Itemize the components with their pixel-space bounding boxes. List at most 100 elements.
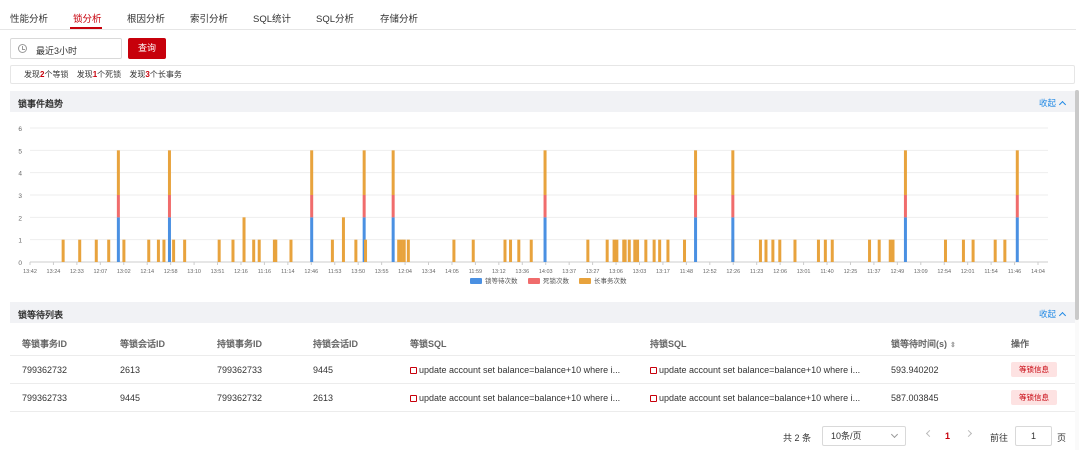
bar-segment [586,239,590,262]
cell-wait-sql[interactable]: update account set balance=balance+10 wh… [410,393,635,403]
collapse-toggle[interactable]: 收起 [1039,308,1067,320]
x-tick-label: 11:16 [258,269,271,275]
chevron-down-icon [890,430,899,439]
page-suffix: 页 [1057,433,1067,443]
bar-segment [391,150,395,195]
tab-index-analysis[interactable]: 索引分析 [190,11,228,25]
lock-info-button[interactable]: 等锁信息 [1011,362,1057,377]
page-size-select[interactable]: 10条/页 [822,426,906,446]
hold-sql-text: update account set balance=balance+10 wh… [659,365,861,375]
time-range-value: 最近3小时 [36,46,78,56]
legend-label: 死锁次数 [543,276,570,285]
x-tick-label: 11:37 [867,269,880,275]
tab-lock-analysis[interactable]: 锁分析 [73,11,102,25]
sql-icon [410,367,417,374]
x-tick-label: 13:55 [375,269,389,275]
goto-page-input[interactable]: 1 [1015,426,1052,446]
cell-wait-session: 9445 [120,393,141,403]
cell-hold-sql[interactable]: update account set balance=balance+10 wh… [650,393,875,403]
bar-segment [993,239,997,262]
bar-segment [107,239,111,262]
bar-segment [94,239,98,262]
bar-segment [406,239,410,262]
cell-hold-sql[interactable]: update account set balance=balance+10 wh… [650,365,875,375]
time-range-picker[interactable]: 最近3小时 [10,38,122,59]
x-tick-label: 13:51 [211,269,225,275]
bar-segment [341,217,345,262]
sql-icon [650,367,657,374]
x-tick-label: 11:54 [984,269,997,275]
bar-segment [116,195,120,218]
bar-segment [903,217,907,262]
bar-segment [961,239,965,262]
cell-hold-trx: 799362732 [217,393,263,403]
bar-segment [823,239,827,262]
tab-sql-analysis[interactable]: SQL分析 [316,11,354,25]
x-tick-label: 12:06 [773,269,787,275]
x-tick-label: 11:48 [680,269,693,275]
x-tick-label: 12:49 [890,269,904,275]
tab-performance[interactable]: 性能分析 [10,11,48,25]
summary-long-transaction: 发现3个长事务 [129,70,181,79]
collapse-label: 收起 [1038,98,1056,108]
bar-segment [903,150,907,195]
x-tick-label: 13:24 [47,269,61,275]
x-tick-label: 12:01 [961,269,975,275]
summary-prefix: 发现 [24,70,40,79]
x-tick-label: 13:01 [797,269,811,275]
summary-prefix: 发现 [129,70,146,79]
col-hold-session: 持锁会话ID [313,339,359,349]
bar-segment [471,239,475,262]
col-wait-time[interactable]: 锁等待时间(s) ⇕ [891,337,956,350]
next-page-icon[interactable] [964,429,973,438]
legend-label: 锁等待次数 [485,276,518,285]
x-tick-label: 13:50 [351,269,365,275]
bar-segment [310,217,314,262]
query-button[interactable]: 查询 [128,38,166,59]
summary-suffix: 个长事务 [149,70,182,79]
cell-wait-sql[interactable]: update account set balance=balance+10 wh… [410,365,635,375]
active-tab-indicator [70,27,102,29]
page-size-value: 10条/页 [831,431,862,441]
legend-swatch [470,278,482,284]
collapse-toggle[interactable]: 收起 [1038,97,1067,109]
bar-segment [793,239,797,262]
scrollbar-thumb[interactable] [1075,90,1079,320]
bar-segment [543,195,547,218]
bar-segment [517,239,521,262]
x-tick-label: 12:58 [164,269,178,275]
x-tick-label: 14:04 [1031,269,1045,275]
current-page[interactable]: 1 [945,431,950,441]
legend-swatch [579,278,591,284]
section-title: 锁事件趋势 [18,99,64,109]
bar-segment [652,239,656,262]
tab-bar: 性能分析 锁分析 根因分析 索引分析 SQL统计 SQL分析 存储分析 [0,0,1076,30]
x-tick-label: 12:16 [234,269,248,275]
x-tick-label: 12:33 [70,269,84,275]
cell-hold-session: 9445 [313,365,334,375]
prev-page-icon[interactable] [925,429,934,438]
bar-segment [167,217,171,262]
bar-segment [397,239,401,262]
sort-icon[interactable]: ⇕ [950,341,956,349]
bar-segment [156,239,160,262]
bar-segment [116,217,120,262]
bar-segment [503,239,507,262]
x-tick-label: 13:42 [23,269,37,275]
tab-root-cause[interactable]: 根因分析 [127,11,165,25]
hold-sql-text: update account set balance=balance+10 wh… [659,393,861,403]
bar-segment [943,239,947,262]
summary-deadlock: 发现1个死锁 [77,70,121,79]
x-tick-label: 13:17 [656,269,670,275]
lock-info-button[interactable]: 等锁信息 [1011,390,1057,405]
tab-sql-stats[interactable]: SQL统计 [253,11,291,25]
bar-segment [364,239,368,262]
bar-segment [167,150,171,195]
bar-segment [731,217,735,262]
tab-storage[interactable]: 存储分析 [380,11,418,25]
bar-segment [183,239,187,262]
summary-prefix: 发现 [76,70,93,79]
y-tick-label: 4 [18,171,22,178]
bar-segment [830,239,834,262]
x-tick-label: 12:46 [304,269,318,275]
